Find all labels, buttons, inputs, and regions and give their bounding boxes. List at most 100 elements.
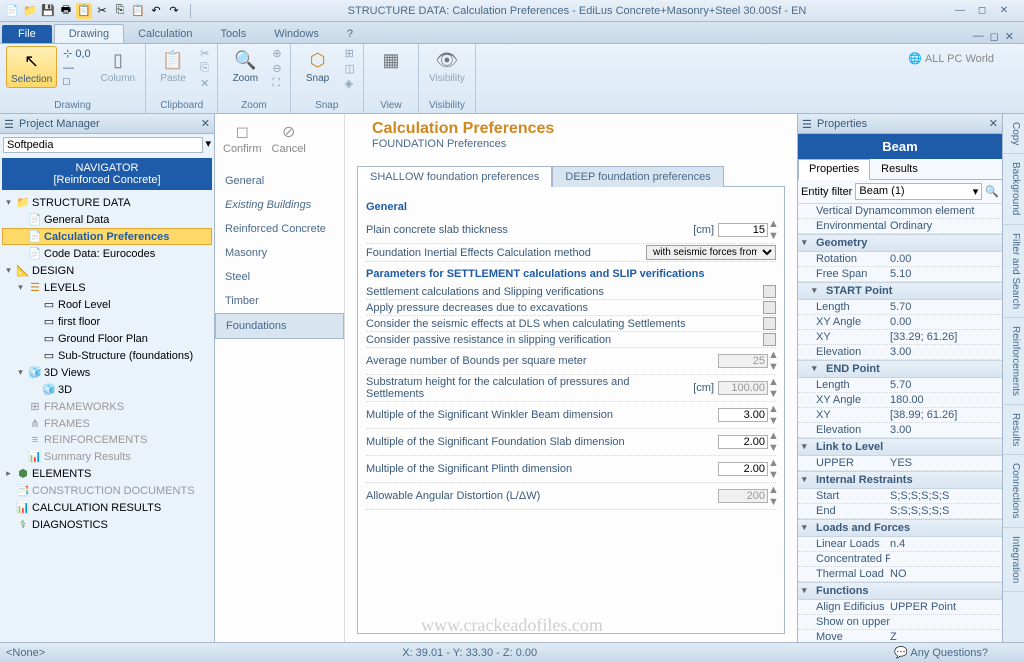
prop-row[interactable]: MoveZ [798, 630, 1002, 642]
help-link[interactable]: 💬 Any Questions? [894, 646, 988, 659]
cut-button[interactable]: ✂ [198, 46, 211, 61]
snap-line-button[interactable]: ◫ [343, 61, 357, 76]
inertial-dropdown[interactable]: with seismic forces from Spectrum [646, 245, 776, 260]
prop-row[interactable]: UPPERYES [798, 456, 1002, 471]
tab-tools[interactable]: Tools [207, 25, 261, 43]
prop-row[interactable]: EndS;S;S;S;S;S [798, 504, 1002, 519]
side-tab-results[interactable]: Results [1003, 405, 1024, 455]
zoom-out-button[interactable]: ⊖ [270, 61, 283, 76]
mdi-minimize-icon[interactable]: — [973, 30, 984, 43]
tree-design[interactable]: ▾📐DESIGN [2, 262, 212, 279]
tab-calculation[interactable]: Calculation [124, 25, 206, 43]
side-tab-integration[interactable]: Integration [1003, 528, 1024, 592]
prop-group-loads-and-forces[interactable]: ▾Loads and Forces [798, 519, 1002, 537]
center-nav-masonry[interactable]: Masonry [215, 241, 344, 265]
qat-open-icon[interactable]: 📁 [22, 3, 38, 19]
tree-structure-data[interactable]: ▾📁STRUCTURE DATA [2, 194, 212, 211]
search-input[interactable] [3, 137, 203, 153]
snap-grid-button[interactable]: ⊞ [343, 46, 357, 61]
close-button[interactable]: ✕ [996, 4, 1012, 18]
cancel-button[interactable]: ⊘Cancel [272, 122, 306, 155]
prop-row[interactable]: Show on upper floo [798, 615, 1002, 630]
checkbox[interactable] [763, 301, 776, 314]
tree-reinforcements[interactable]: ≡REINFORCEMENTS [2, 432, 212, 448]
tree-calc-pref[interactable]: 📄Calculation Preferences [2, 228, 212, 245]
qat-copy-icon[interactable]: ⎘ [112, 3, 128, 19]
prop-group-link-to-level[interactable]: ▾Link to Level [798, 438, 1002, 456]
prop-row[interactable]: Free Span5.10 [798, 267, 1002, 282]
panel-close-icon[interactable]: ✕ [201, 117, 210, 130]
prop-row[interactable]: Vertical Dynam.common element [798, 204, 1002, 219]
tab-windows[interactable]: Windows [260, 25, 333, 43]
prop-row[interactable]: Length5.70 [798, 300, 1002, 315]
selection-button[interactable]: ↖Selection [6, 46, 57, 88]
qat-print-icon[interactable]: 🖶 [58, 3, 74, 19]
tab-results[interactable]: Results [870, 159, 929, 179]
qat-new-icon[interactable]: 📄 [4, 3, 20, 19]
qat-redo-icon[interactable]: ↷ [166, 3, 182, 19]
prop-group-start-point[interactable]: ▾START Point [798, 282, 1002, 300]
tab-properties[interactable]: Properties [798, 159, 870, 180]
ribbon-rect-button[interactable]: □ [61, 75, 93, 89]
view-button[interactable]: ▦ [370, 46, 412, 74]
filter-search-icon[interactable]: 🔍 [985, 185, 999, 198]
qat-doc-icon[interactable]: 📋 [76, 3, 92, 19]
prop-row[interactable]: Rotation0.00 [798, 252, 1002, 267]
center-nav-steel[interactable]: Steel [215, 265, 344, 289]
side-tab-filter-and-search[interactable]: Filter and Search [1003, 225, 1024, 318]
qat-cut-icon[interactable]: ✂ [94, 3, 110, 19]
confirm-button[interactable]: ◻Confirm [223, 122, 262, 155]
prop-group-end-point[interactable]: ▾END Point [798, 360, 1002, 378]
file-tab[interactable]: File [2, 25, 52, 43]
side-tab-background[interactable]: Background [1003, 154, 1024, 224]
zoom-button[interactable]: 🔍Zoom [224, 46, 266, 86]
tree-roof[interactable]: ▭Roof Level [2, 296, 212, 313]
tree-3d[interactable]: 🧊3D [2, 381, 212, 398]
tree-construction[interactable]: 📑CONSTRUCTION DOCUMENTS [2, 482, 212, 499]
qat-save-icon[interactable]: 💾 [40, 3, 56, 19]
delete-button[interactable]: ✕ [198, 76, 211, 91]
prop-group-geometry[interactable]: ▾Geometry [798, 234, 1002, 252]
paste-button[interactable]: 📋Paste [152, 46, 194, 86]
prop-row[interactable]: StartS;S;S;S;S;S [798, 489, 1002, 504]
prop-group-internal-restraints[interactable]: ▾Internal Restraints [798, 471, 1002, 489]
tree-first[interactable]: ▭first floor [2, 313, 212, 330]
tree-levels[interactable]: ▾☰LEVELS [2, 279, 212, 296]
tab-shallow[interactable]: SHALLOW foundation preferences [357, 166, 552, 187]
tree-3dviews[interactable]: ▾🧊3D Views [2, 364, 212, 381]
zoom-fit-button[interactable]: ⛶ [270, 76, 283, 91]
visibility-button[interactable]: 👁Visibility [425, 46, 469, 86]
mdi-close-icon[interactable]: ✕ [1005, 30, 1014, 43]
side-tab-connections[interactable]: Connections [1003, 455, 1024, 528]
num-input[interactable] [718, 462, 768, 476]
checkbox[interactable] [763, 333, 776, 346]
center-nav-foundations[interactable]: Foundations [215, 313, 344, 339]
tree-sub[interactable]: ▭Sub-Structure (foundations) [2, 347, 212, 364]
prop-group-functions[interactable]: ▾Functions [798, 582, 1002, 600]
search-clear-icon[interactable]: ▾ [205, 137, 211, 153]
copy-button[interactable]: ⎘ [198, 61, 211, 76]
tab-drawing[interactable]: Drawing [54, 24, 124, 43]
prop-row[interactable]: XY[33.29; 61.26] [798, 330, 1002, 345]
tab-deep[interactable]: DEEP foundation preferences [552, 166, 723, 187]
zoom-in-button[interactable]: ⊕ [270, 46, 283, 61]
center-nav-timber[interactable]: Timber [215, 289, 344, 313]
tree-ground[interactable]: ▭Ground Floor Plan [2, 330, 212, 347]
checkbox[interactable] [763, 317, 776, 330]
center-nav-reinforced-concrete[interactable]: Reinforced Concrete [215, 217, 344, 241]
prop-row[interactable]: Align EdificiusUPPER Point [798, 600, 1002, 615]
side-tab-reinforcements[interactable]: Reinforcements [1003, 318, 1024, 405]
qat-paste-icon[interactable]: 📋 [130, 3, 146, 19]
prop-row[interactable]: EnvironmentalOrdinary [798, 219, 1002, 234]
prop-close-icon[interactable]: ✕ [989, 117, 998, 130]
num-input[interactable] [718, 408, 768, 422]
prop-row[interactable]: Elevation3.00 [798, 345, 1002, 360]
column-button[interactable]: ▯Column [97, 46, 139, 86]
ribbon-line-button[interactable]: — [61, 61, 93, 75]
tree-elements[interactable]: ▸⬢ELEMENTS [2, 465, 212, 482]
mdi-restore-icon[interactable]: ◻ [990, 30, 999, 43]
slab-input[interactable] [718, 223, 768, 237]
center-nav-existing-buildings[interactable]: Existing Buildings [215, 193, 344, 217]
maximize-button[interactable]: ◻ [974, 4, 990, 18]
prop-row[interactable]: Linear Loadsn.4 [798, 537, 1002, 552]
